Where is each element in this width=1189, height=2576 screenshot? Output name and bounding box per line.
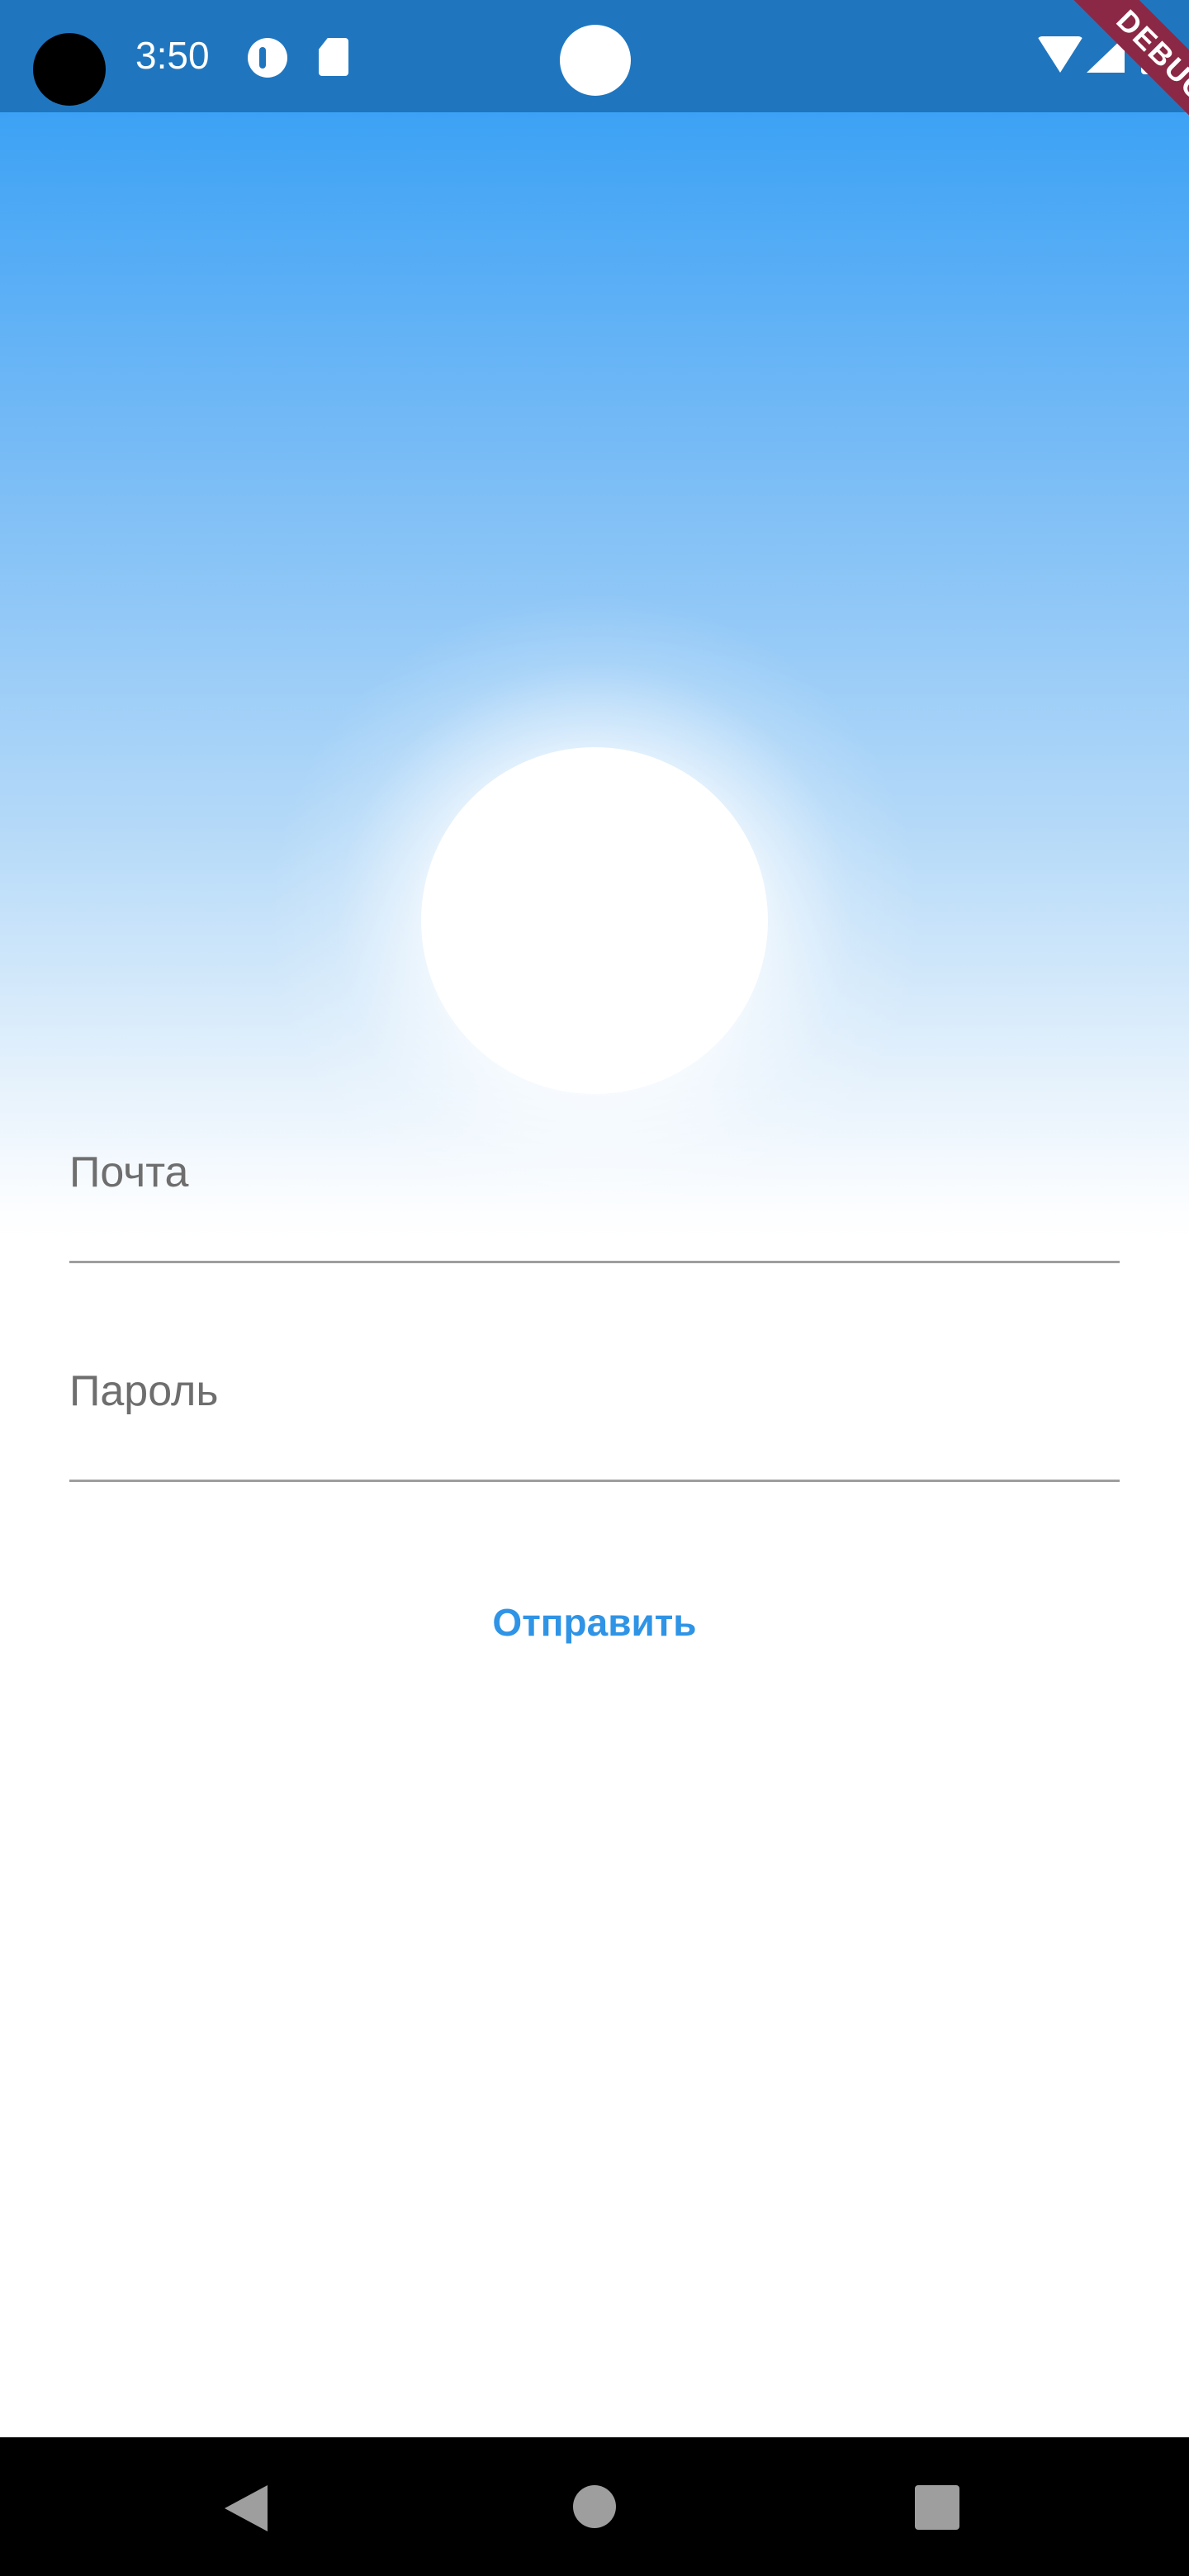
password-field-underline — [69, 1480, 1120, 1482]
status-time: 3:50 — [135, 34, 210, 77]
camera-cutout — [33, 33, 106, 106]
recents-icon[interactable] — [915, 2485, 959, 2530]
home-icon[interactable] — [573, 2485, 616, 2528]
app-screen: 3:50 DEBUG Почта Пароль Отправить — [0, 0, 1189, 2576]
email-field[interactable]: Почта — [69, 1148, 1120, 1263]
navigation-bar — [0, 2437, 1189, 2576]
password-field-label: Пароль — [69, 1367, 219, 1415]
sd-card-icon — [319, 38, 348, 76]
email-field-label: Почта — [69, 1148, 189, 1196]
back-icon[interactable] — [225, 2485, 268, 2531]
email-field-underline — [69, 1261, 1120, 1263]
status-bar: 3:50 — [0, 0, 1189, 112]
password-field[interactable]: Пароль — [69, 1366, 1120, 1482]
sun-image — [421, 747, 768, 1094]
front-camera-dot — [560, 25, 631, 96]
app-notification-icon — [248, 38, 287, 78]
wifi-icon — [1037, 36, 1083, 73]
submit-button[interactable]: Отправить — [429, 1585, 760, 1660]
